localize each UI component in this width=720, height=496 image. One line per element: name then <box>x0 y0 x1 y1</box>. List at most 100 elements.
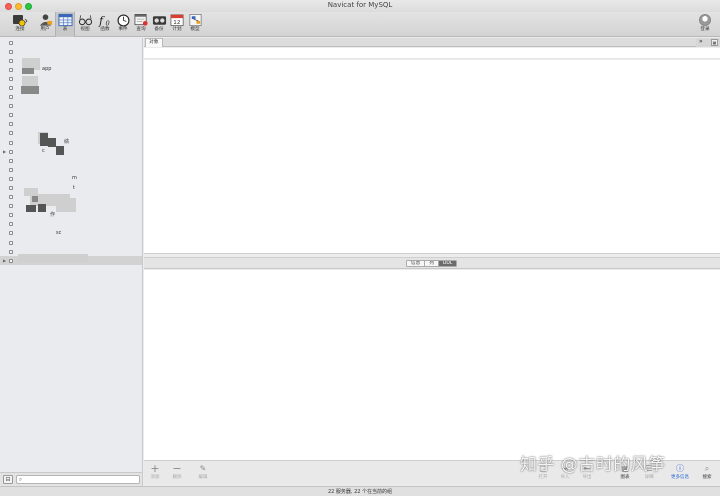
toolbar-label: 表 <box>62 27 68 32</box>
main-toolbar: 连接 用户 表 视图 f 0 函数 事件 查询 备份 12 计划 模型 登录 <box>0 12 720 37</box>
toolbar-label: 备份 <box>154 27 164 32</box>
sidebar-connection-row[interactable]: sc <box>0 229 142 238</box>
pencil-icon: ✎ <box>199 464 207 473</box>
delete-button[interactable]: − 删除 <box>166 463 188 481</box>
avatar-icon <box>699 14 711 26</box>
toolbar-label: 模型 <box>190 27 200 32</box>
connection-icon <box>9 122 13 127</box>
pixelated-block <box>40 133 48 146</box>
toolbar-table-button[interactable]: 表 <box>55 12 75 37</box>
pixelated-block <box>48 138 56 147</box>
sidebar-connection-row[interactable] <box>0 111 142 120</box>
toolbar-label: 事件 <box>118 27 128 32</box>
object-list-area[interactable] <box>144 60 720 253</box>
disclosure-triangle-icon[interactable]: ▶ <box>3 256 6 265</box>
backup-tape-icon <box>152 16 166 25</box>
sidebar-connection-row[interactable]: m <box>0 174 142 183</box>
pixelated-block <box>26 205 36 212</box>
status-text: 22 服务器, 22 个在当前的组 <box>327 489 393 495</box>
query-icon <box>134 14 148 26</box>
info-tab-ddl[interactable]: DDL <box>438 261 457 266</box>
sidebar-connection-row[interactable]: 绩 <box>0 138 142 147</box>
sidebar-connection-row[interactable] <box>0 102 142 111</box>
sidebar-connection-row[interactable]: 作 <box>0 211 142 220</box>
connection-icon <box>9 149 13 154</box>
search-button[interactable]: ⌕ 搜索 <box>696 463 718 481</box>
info-content-area[interactable] <box>144 270 720 460</box>
edit-button[interactable]: ✎ 编辑 <box>192 463 214 481</box>
icon-view-label: 图表 <box>620 475 630 480</box>
sidebar-connection-row[interactable] <box>0 156 142 165</box>
connection-icon <box>9 231 13 236</box>
tab-objects[interactable]: 对象 <box>145 38 163 47</box>
connection-icon <box>9 104 13 109</box>
toolbar-model-button[interactable]: 模型 <box>185 12 205 37</box>
pixelated-block <box>18 254 88 262</box>
sidebar-connection-row[interactable]: ▶ c <box>0 147 142 156</box>
more-tabs-icon[interactable]: » <box>699 38 703 46</box>
add-label: 添加 <box>150 475 160 480</box>
toolbar-function-button[interactable]: f 0 函数 <box>95 12 115 37</box>
connection-icon <box>9 58 13 63</box>
pixelated-block <box>22 68 34 74</box>
sidebar-toggle-button[interactable]: ⊟ <box>3 475 13 484</box>
detail-view-label: 详细 <box>644 475 654 480</box>
pixelated-block <box>32 196 38 202</box>
pixelated-block <box>56 198 76 212</box>
connection-icon <box>9 204 13 209</box>
sidebar-connection-row[interactable] <box>0 120 142 129</box>
pixelated-block <box>21 86 39 94</box>
connection-name: c <box>42 148 45 155</box>
connection-sidebar[interactable]: app 绩 ▶ c m t 作 sc ▶ <box>0 38 143 472</box>
connection-icon <box>9 76 13 81</box>
connection-icon <box>9 167 13 172</box>
add-button[interactable]: + 添加 <box>144 463 166 481</box>
toolbar-label: 连接 <box>15 27 25 32</box>
connection-icon <box>9 85 13 90</box>
title-bar: Navicat for MySQL <box>0 0 720 12</box>
more-info-button[interactable]: ⓘ 更多信息 <box>666 463 694 481</box>
disclosure-triangle-icon[interactable]: ▶ <box>3 147 6 156</box>
info-icon: ⓘ <box>676 464 684 473</box>
sidebar-connection-row[interactable]: t <box>0 184 142 193</box>
minus-icon: − <box>172 462 182 475</box>
connection-icon <box>9 140 13 145</box>
sidebar-search-input[interactable]: ⌕ <box>16 475 140 484</box>
sidebar-connection-row[interactable] <box>0 220 142 229</box>
import-label: 导入 <box>560 475 570 480</box>
view-mode-icon[interactable]: ▦ <box>711 39 718 46</box>
toolbar-view-button[interactable]: 视图 <box>75 12 95 37</box>
sidebar-connection-row[interactable] <box>0 47 142 56</box>
sidebar-connection-row[interactable] <box>0 38 142 47</box>
export-label: 导出 <box>582 475 592 480</box>
sidebar-connection-row[interactable] <box>0 165 142 174</box>
zhihu-watermark: 知乎 @古时的风筝 <box>520 455 666 475</box>
connection-name: m <box>72 175 77 182</box>
toolbar-user-button[interactable]: 用户 <box>35 12 55 37</box>
toolbar-label: 查询 <box>136 27 146 32</box>
toolbar-backup-button[interactable]: 备份 <box>149 12 169 37</box>
edit-label: 编辑 <box>198 475 208 480</box>
toolbar-query-button[interactable]: 查询 <box>131 12 151 37</box>
glasses-view-icon <box>78 15 92 26</box>
pixelated-block <box>22 76 38 86</box>
toolbar-connection-button[interactable]: 连接 <box>6 12 34 37</box>
info-tab-general[interactable]: 信息 <box>407 261 426 266</box>
calendar-schedule-icon: 12 <box>170 14 183 26</box>
toolbar-login-button[interactable]: 登录 <box>694 12 716 37</box>
info-segmented-control: 信息 列 DDL <box>406 260 458 267</box>
search-icon: ⌕ <box>704 464 710 473</box>
toolbar-label: 计划 <box>172 27 182 32</box>
status-bar: 22 服务器, 22 个在当前的组 <box>0 486 720 496</box>
object-toolbar <box>144 48 720 59</box>
connection-icon <box>9 40 13 45</box>
connection-icon <box>9 67 13 72</box>
sidebar-connection-row[interactable] <box>0 129 142 138</box>
info-pane-header: 信息 列 DDL <box>144 258 720 269</box>
connection-name: sc <box>56 229 62 236</box>
info-tab-columns[interactable]: 列 <box>425 261 439 266</box>
toolbar-label: 用户 <box>40 27 50 32</box>
toolbar-schedule-button[interactable]: 12 计划 <box>167 12 187 37</box>
toolbar-event-button[interactable]: 事件 <box>113 12 133 37</box>
sidebar-connection-row[interactable] <box>0 238 142 247</box>
